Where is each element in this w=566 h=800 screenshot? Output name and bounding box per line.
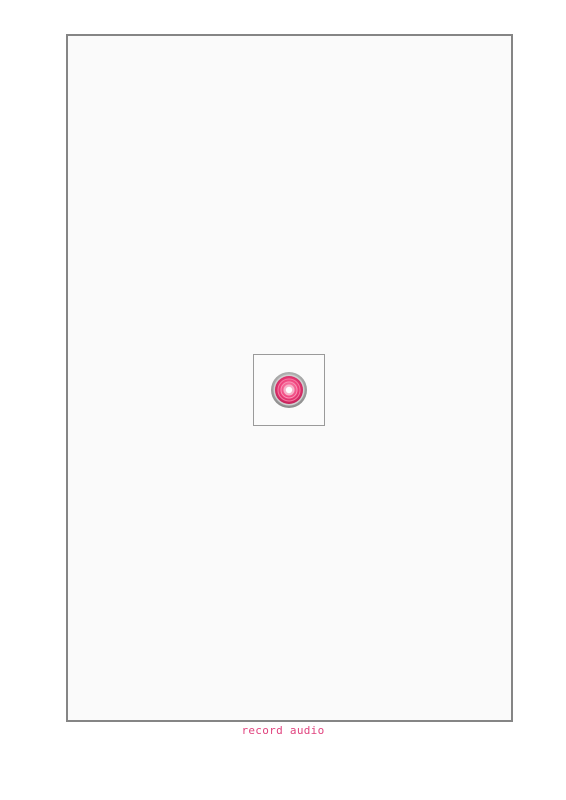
record-icon [271, 372, 307, 408]
record-button[interactable] [253, 354, 325, 426]
recorder-panel [66, 34, 513, 722]
record-audio-caption: record audio [241, 724, 325, 737]
